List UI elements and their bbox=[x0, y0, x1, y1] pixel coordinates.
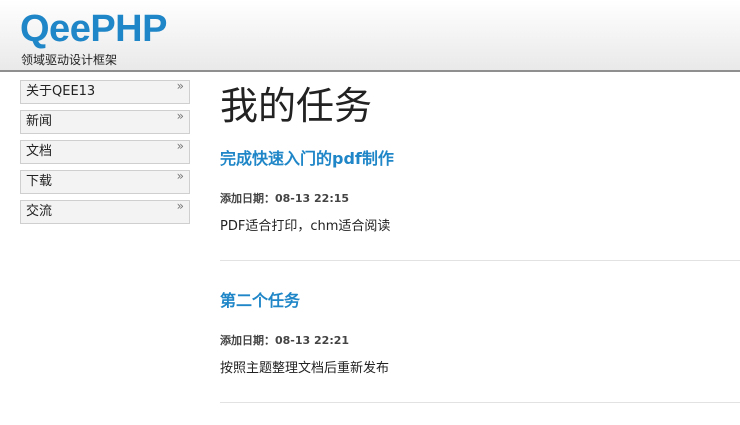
task-description: PDF适合打印，chm适合阅读 bbox=[220, 219, 391, 234]
sidebar-nav: 关于QEE13 » 新闻 » 文档 » 下载 » 交流 » bbox=[20, 79, 190, 230]
site-header: QeePHP 领域驱动设计框架 bbox=[0, 0, 740, 72]
site-tagline: 领域驱动设计框架 bbox=[21, 53, 118, 67]
sidebar-item-about[interactable]: 关于QEE13 » bbox=[20, 79, 190, 104]
double-chevron-right-icon: » bbox=[176, 139, 184, 153]
task-item: 第二个任务 添加日期：08-13 22:21 按照主题整理文档后重新发布 bbox=[220, 290, 740, 403]
task-title-link[interactable]: 完成快速入门的pdf制作 bbox=[220, 148, 394, 170]
double-chevron-right-icon: » bbox=[176, 199, 184, 213]
page-title: 我的任务 bbox=[220, 84, 373, 128]
sidebar-item-label: 下载 bbox=[26, 174, 53, 189]
sidebar-item-label: 新闻 bbox=[26, 114, 53, 129]
sidebar-item-docs[interactable]: 文档 » bbox=[20, 139, 190, 164]
double-chevron-right-icon: » bbox=[176, 79, 184, 93]
double-chevron-right-icon: » bbox=[176, 109, 184, 123]
sidebar-item-label: 关于QEE13 bbox=[26, 84, 96, 99]
site-logo[interactable]: QeePHP bbox=[20, 7, 167, 51]
sidebar-item-news[interactable]: 新闻 » bbox=[20, 109, 190, 134]
task-item: 完成快速入门的pdf制作 添加日期：08-13 22:15 PDF适合打印，ch… bbox=[220, 148, 740, 261]
task-date: 添加日期：08-13 22:15 bbox=[220, 192, 350, 205]
task-description: 按照主题整理文档后重新发布 bbox=[220, 361, 390, 376]
main-content: 我的任务 完成快速入门的pdf制作 添加日期：08-13 22:15 PDF适合… bbox=[220, 80, 740, 403]
sidebar-item-download[interactable]: 下载 » bbox=[20, 169, 190, 194]
task-date: 添加日期：08-13 22:21 bbox=[220, 334, 350, 347]
sidebar-item-label: 文档 bbox=[26, 144, 53, 159]
double-chevron-right-icon: » bbox=[176, 169, 184, 183]
sidebar-item-label: 交流 bbox=[26, 204, 53, 219]
sidebar-item-community[interactable]: 交流 » bbox=[20, 199, 190, 224]
task-title-link[interactable]: 第二个任务 bbox=[220, 290, 300, 312]
